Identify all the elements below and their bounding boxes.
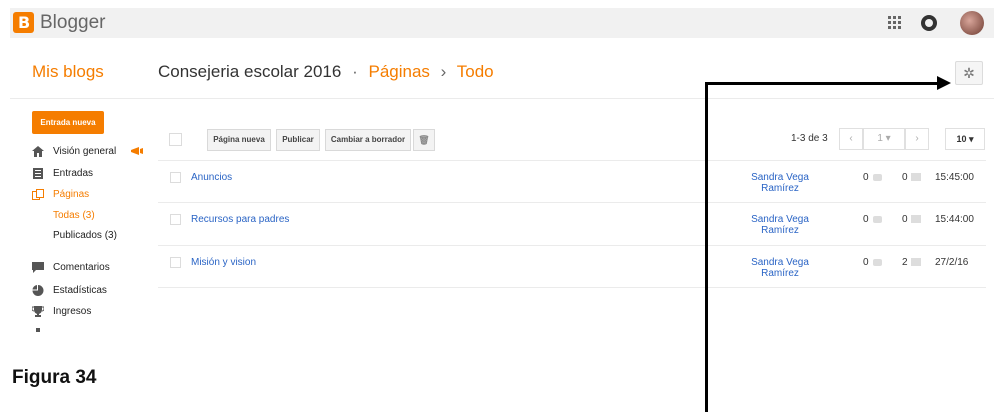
megaphone-icon [131,147,143,155]
view-count: 0 [902,214,908,225]
comment-icon [873,174,882,181]
posts-icon [33,168,43,179]
stats-icon [32,285,44,296]
select-all-checkbox[interactable] [169,133,182,146]
sidebar-item-label: Visión general [53,146,117,157]
page-title-link[interactable]: Misión y vision [191,257,256,268]
view-count: 0 [902,172,908,183]
page-select[interactable]: 1 ▾ [863,128,905,150]
row-checkbox[interactable] [170,214,181,225]
truncated-nav-icon [36,328,40,332]
new-page-button[interactable]: Página nueva [207,129,271,151]
pagination-range: 1-3 de 3 [791,133,828,144]
avatar[interactable] [960,11,984,35]
apps-grid-icon[interactable] [888,16,902,30]
app-brand[interactable]: Blogger [40,12,106,34]
row-checkbox[interactable] [170,172,181,183]
page-date: 15:45:00 [935,172,974,183]
trophy-icon [32,306,44,317]
sidebar-item-label: Entradas [53,168,94,179]
sidebar-item-label: Comentarios [53,262,110,273]
notifications-icon[interactable] [921,15,937,31]
comment-icon [32,262,44,273]
pages-icon [32,189,44,200]
row-divider [158,160,986,161]
header-divider [10,98,994,99]
row-checkbox[interactable] [170,257,181,268]
publish-button[interactable]: Publicar [276,129,320,151]
trash-icon: 🗑 [418,135,430,145]
breadcrumb-separator: · [352,62,358,81]
revert-to-draft-button[interactable]: Cambiar a borrador [325,129,411,151]
view-count: 2 [902,257,908,268]
gear-icon: ✲ [963,65,975,81]
comment-count: 0 [863,214,869,225]
page-date: 27/2/16 [935,257,969,268]
author-link[interactable]: Sandra Vega Ramírez [745,214,815,236]
page-title-link[interactable]: Recursos para padres [191,214,289,225]
figure-caption: Figura 34 [12,367,97,388]
logo-letter: B [18,13,31,32]
page-title-link[interactable]: Anuncios [191,172,232,183]
annotation-arrow-line [705,82,939,85]
breadcrumb-section[interactable]: Páginas [368,62,429,81]
arrow-head-icon [937,76,951,90]
sidebar-item-label: Estadísticas [53,285,107,296]
page-date: 15:44:00 [935,214,974,225]
breadcrumb-filter[interactable]: Todo [457,62,494,81]
sidebar-subitem-all[interactable]: Todas (3) [53,210,95,221]
comment-icon [873,259,882,266]
views-icon [911,258,921,266]
comment-icon [873,216,882,223]
annotation-arrow-line [705,82,708,412]
prev-page-button[interactable]: ‹ [839,128,863,150]
views-icon [911,173,921,181]
author-link[interactable]: Sandra Vega Ramírez [745,172,815,194]
breadcrumb-blog-name[interactable]: Consejeria escolar 2016 [158,62,341,81]
settings-button[interactable]: ✲ [955,61,983,85]
row-divider [158,202,986,203]
breadcrumb: Consejeria escolar 2016 · Páginas › Todo [158,62,494,82]
row-divider [158,287,986,288]
author-link[interactable]: Sandra Vega Ramírez [745,257,815,279]
views-icon [911,215,921,223]
my-blogs-link[interactable]: Mis blogs [32,62,104,82]
row-divider [158,245,986,246]
top-bar: B Blogger [10,8,994,38]
comment-count: 0 [863,172,869,183]
comment-count: 0 [863,257,869,268]
home-icon [32,146,44,157]
blogger-logo-icon[interactable]: B [13,12,34,33]
sidebar-subitem-published[interactable]: Publicados (3) [53,230,117,241]
breadcrumb-arrow: › [440,62,447,81]
new-post-button[interactable]: Entrada nueva [32,111,104,134]
page-size-select[interactable]: 10 ▾ [945,128,985,150]
delete-button[interactable]: 🗑 [413,129,435,151]
sidebar-item-label: Ingresos [53,306,92,317]
next-page-button[interactable]: › [905,128,929,150]
sidebar-item-label: Páginas [53,189,90,200]
